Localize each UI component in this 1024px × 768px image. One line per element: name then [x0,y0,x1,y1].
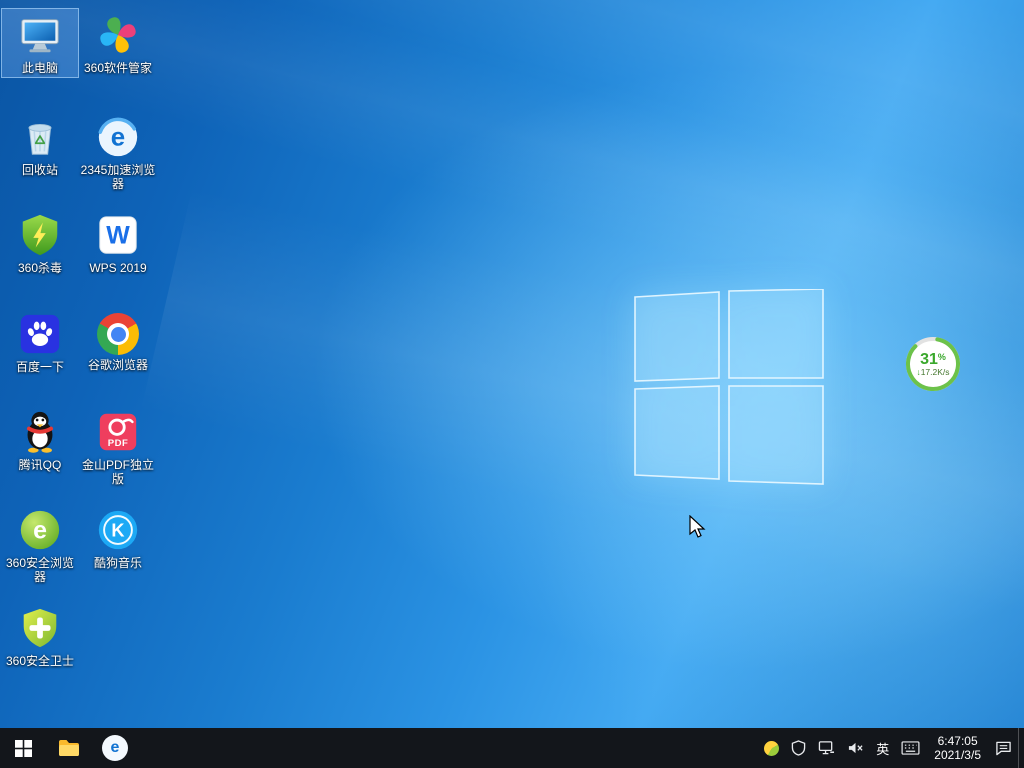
volume-muted-icon [847,740,864,756]
svg-text:e: e [111,124,125,152]
wps-icon: W [95,212,141,258]
green-shield-plus-icon [17,605,63,651]
icon-label: 此电脑 [2,61,78,75]
desktop-icon-360-antivirus[interactable]: 360杀毒 [1,208,79,278]
desktop-icon-360-software-manager[interactable]: 360软件管家 [79,8,157,78]
pdf-icon: PDF [95,409,141,455]
shield-icon [791,740,806,756]
touch-keyboard-icon [901,741,920,755]
icon-label: WPS 2019 [80,261,156,275]
clock-time: 6:47:05 [938,734,978,748]
recycle-bin-icon [17,114,63,160]
desktop-icon-recycle-bin[interactable]: 回收站 [1,110,79,180]
icon-label: 腾讯QQ [2,458,78,472]
icon-label: 360安全卫士 [2,654,78,668]
tray-360-speedball-icon[interactable] [758,728,785,768]
desktop[interactable]: 此电脑 回收站 360杀毒 [0,0,1024,768]
desktop-icon-kingsoft-pdf[interactable]: PDF 金山PDF独立版 [79,405,157,489]
taskbar-left: e [0,728,138,768]
chrome-icon [97,313,139,355]
icon-label: 金山PDF独立版 [80,458,156,486]
icon-label: 360安全浏览器 [2,556,78,584]
file-explorer-button[interactable] [46,728,92,768]
icon-label: 360软件管家 [80,61,156,75]
windows-start-icon [15,740,32,757]
desktop-icon-wps-2019[interactable]: W WPS 2019 [79,208,157,278]
floatball-text: 31 % ↓17.2K/s [905,336,961,392]
clock-date: 2021/3/5 [934,748,981,762]
desktop-icon-tencent-qq[interactable]: 腾讯QQ [1,405,79,475]
svg-text:W: W [106,222,130,250]
desktop-icon-kugou-music[interactable]: K 酷狗音乐 [79,503,157,573]
svg-text:K: K [111,521,124,541]
start-button[interactable] [0,728,46,768]
show-desktop-button[interactable] [1018,728,1024,768]
svg-text:e: e [33,517,47,545]
floatball-percent: 31 [920,352,938,367]
green-shield-lightning-icon [17,212,63,258]
desktop-icon-chrome[interactable]: 谷歌浏览器 [79,307,157,375]
icon-label: 谷歌浏览器 [80,358,156,372]
desktop-icon-baidu[interactable]: 百度一下 [1,307,79,377]
desktop-icon-2345-browser[interactable]: e 2345加速浏览器 [79,110,157,194]
blue-e-circle-icon: e [95,114,141,160]
green-e-globe-icon: e [17,507,63,553]
qq-penguin-icon [17,409,63,455]
icon-label: 360杀毒 [2,261,78,275]
kugou-icon: K [95,507,141,553]
svg-text:PDF: PDF [108,438,129,449]
floatball-percent-unit: % [938,352,946,362]
icon-label: 酷狗音乐 [80,556,156,570]
tray-defender-icon[interactable] [785,728,812,768]
mouse-cursor [688,515,710,539]
ime-indicator[interactable]: 英 [870,728,895,768]
download-speed-floatball[interactable]: 31 % ↓17.2K/s [905,336,961,392]
icon-label: 百度一下 [2,360,78,374]
network-icon [818,740,835,756]
action-center-icon [995,740,1012,756]
floatball-speed: 17.2K/s [921,367,950,377]
folder-icon [57,736,81,760]
taskbar-clock[interactable]: 6:47:05 2021/3/5 [926,728,989,768]
baidu-paw-icon [17,311,63,357]
tray-network-icon[interactable] [812,728,841,768]
pinwheel-icon [95,12,141,58]
taskbar: e 英 [0,728,1024,768]
touch-keyboard-button[interactable] [895,728,926,768]
icon-label: 回收站 [2,163,78,177]
wallpaper-light-beam [141,187,1024,704]
desktop-icon-this-pc[interactable]: 此电脑 [1,8,79,78]
this-pc-icon [17,12,63,58]
windows-wallpaper-logo [633,289,825,485]
taskbar-tray: 英 6:47:05 2021/3/5 [758,728,1024,768]
action-center-button[interactable] [989,728,1018,768]
browser-e-icon: e [102,735,128,761]
desktop-icon-360-browser[interactable]: e 360安全浏览器 [1,503,79,587]
icon-label: 2345加速浏览器 [80,163,156,191]
pinned-browser-button[interactable]: e [92,728,138,768]
speedball-icon [764,741,779,756]
tray-volume-muted-icon[interactable] [841,728,870,768]
desktop-icon-360-safeguard[interactable]: 360安全卫士 [1,601,79,671]
